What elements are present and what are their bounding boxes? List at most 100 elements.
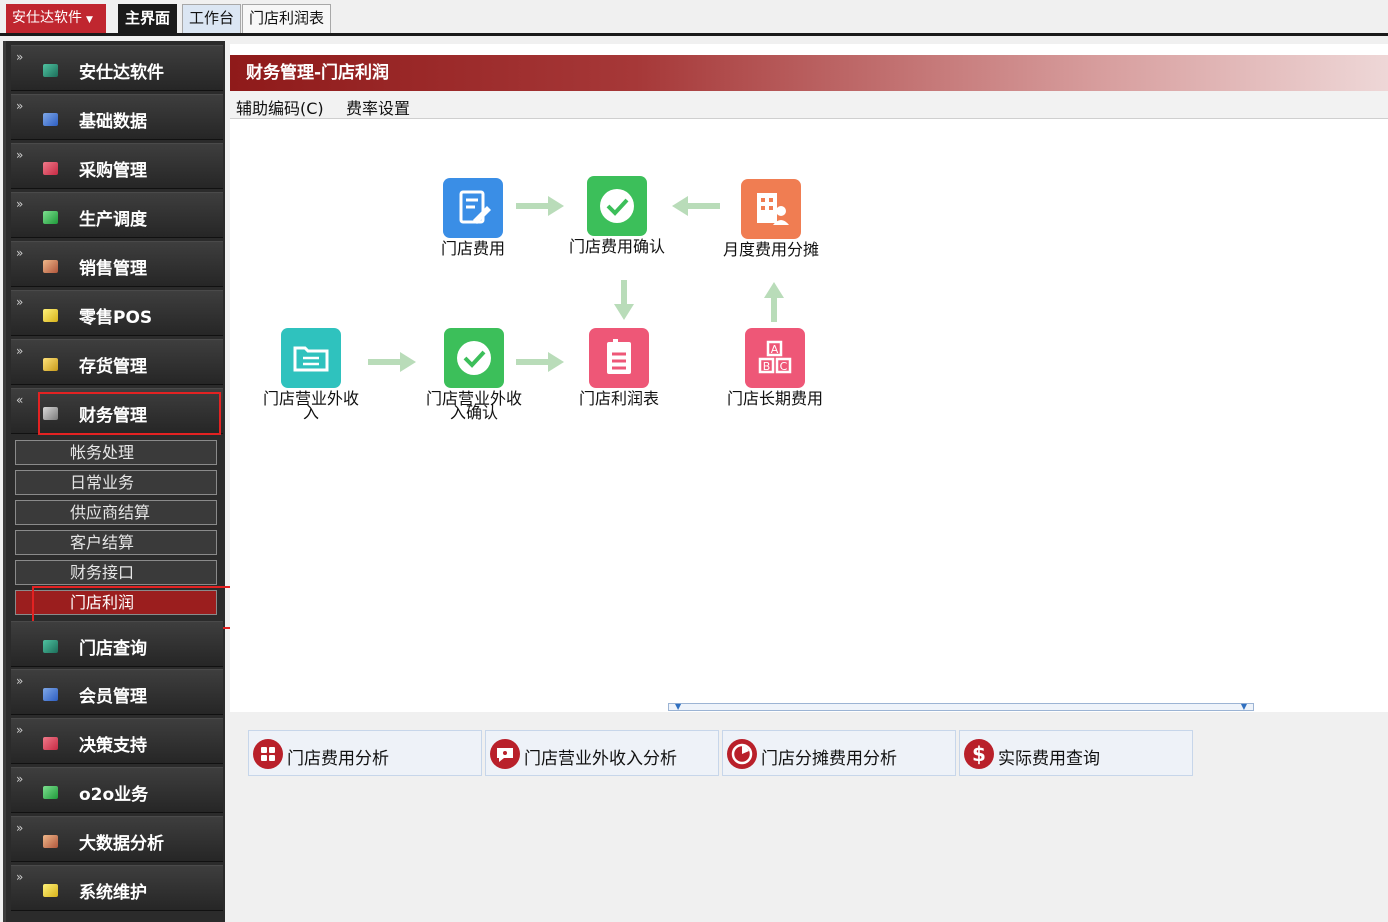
module-icon [43, 64, 58, 77]
arrow-right-icon [516, 352, 564, 372]
node-store-expense-confirm[interactable]: 门店费用确认 [562, 176, 672, 256]
chevron-down-icon: ▼ [86, 15, 93, 25]
node-label: 月度费用分摊 [722, 240, 819, 259]
sidebar-module-pos[interactable]: » 零售POS [11, 290, 223, 336]
double-chevron-right-icon: » [16, 246, 24, 260]
sidebar-module-bigdata[interactable]: » 大数据分析 [11, 816, 223, 862]
double-chevron-right-icon: » [16, 344, 24, 358]
quick-button-label: 门店费用分析 [287, 749, 389, 769]
module-icon [43, 113, 58, 126]
arrow-right-icon [368, 352, 416, 372]
sidebar-module-label: 采购管理 [79, 161, 147, 181]
sidebar-module-decision[interactable]: » 决策支持 [11, 718, 223, 764]
arrow-left-icon [672, 196, 720, 216]
quick-actual-expense-query[interactable]: $ 实际费用查询 [959, 730, 1193, 776]
highlight-box-finance [38, 392, 221, 435]
quick-access-bar: 门店费用分析 门店营业外收入分析 门店分摊费用分析 $ 实际费用查询 [230, 712, 1388, 922]
sidebar-module-base-data[interactable]: » 基础数据 [11, 94, 223, 140]
rate-settings-menu[interactable]: 费率设置 [346, 95, 410, 119]
module-icon [43, 309, 58, 322]
double-chevron-right-icon: » [16, 197, 24, 211]
sidebar-module-system[interactable]: » 系统维护 [11, 865, 223, 911]
quick-nonoperating-income-analysis[interactable]: 门店营业外收入分析 [485, 730, 719, 776]
quick-button-label: 实际费用查询 [998, 749, 1100, 769]
sidebar-module-store-query[interactable]: 门店查询 [11, 621, 223, 667]
finance-subitem-interface[interactable]: 财务接口 [15, 560, 217, 585]
node-label: 门店费用 [440, 239, 505, 258]
finance-subitem-supplier[interactable]: 供应商结算 [15, 500, 217, 525]
arrow-down-icon [614, 280, 634, 320]
module-icon [43, 260, 58, 273]
sidebar: » 安仕达软件 » 基础数据 » 采购管理 » 生产调度 » 销售管理 » 零售… [3, 41, 248, 922]
double-chevron-right-icon: » [16, 148, 24, 162]
sidebar-module-label: o2o业务 [79, 785, 149, 805]
node-label: 门店利润表 [578, 389, 659, 408]
sidebar-module-production[interactable]: » 生产调度 [11, 192, 223, 238]
node-label: 门店营业外收入 [262, 389, 359, 422]
sidebar-module-label: 会员管理 [79, 687, 147, 707]
check-circle-icon [444, 328, 504, 388]
arrow-right-icon [516, 196, 564, 216]
quick-store-expense-analysis[interactable]: 门店费用分析 [248, 730, 482, 776]
sidebar-module-members[interactable]: » 会员管理 [11, 669, 223, 715]
double-chevron-right-icon: » [16, 723, 24, 737]
page-title: 财务管理-门店利润 [230, 55, 1388, 91]
sidebar-module-label: 销售管理 [79, 259, 147, 279]
toolbar: 辅助编码(C) 费率设置 [230, 91, 1388, 119]
dollar-icon: $ [964, 739, 994, 769]
tab-workbench[interactable]: 工作台 [182, 4, 242, 33]
module-icon [43, 640, 58, 653]
svg-text:$: $ [972, 742, 986, 766]
node-label: 门店费用确认 [568, 237, 665, 256]
svg-text:C: C [780, 360, 788, 373]
node-store-profit-report[interactable]: 门店利润表 [564, 328, 674, 408]
clipboard-list-icon [589, 328, 649, 388]
grid-icon [253, 739, 283, 769]
sidebar-module-o2o[interactable]: » o2o业务 [11, 767, 223, 813]
panel-splitter[interactable]: ▼ ▼ [668, 702, 1254, 711]
module-icon [43, 737, 58, 750]
node-store-nonoperating-income[interactable]: 门店营业外收入 [256, 328, 366, 422]
sidebar-module-label: 系统维护 [79, 883, 147, 903]
double-chevron-right-icon: » [16, 674, 24, 688]
double-chevron-right-icon: » [16, 821, 24, 835]
finance-subitem-bookkeeping[interactable]: 帐务处理 [15, 440, 217, 465]
sidebar-module-purchase[interactable]: » 采购管理 [11, 143, 223, 189]
sidebar-module-label: 决策支持 [79, 736, 147, 756]
triangle-down-icon: ▼ [1240, 702, 1247, 711]
main-panel: 财务管理-门店利润 辅助编码(C) 费率设置 门店费用 门店费用确认 月度费用分… [230, 44, 1388, 922]
node-store-expense[interactable]: 门店费用 [418, 178, 528, 258]
document-edit-icon [443, 178, 503, 238]
module-icon [43, 835, 58, 848]
finance-subitem-customer[interactable]: 客户结算 [15, 530, 217, 555]
sidebar-module-anshida[interactable]: » 安仕达软件 [11, 45, 223, 91]
svg-text:A: A [771, 343, 779, 356]
module-icon [43, 688, 58, 701]
chat-bubble-icon [490, 739, 520, 769]
double-chevron-right-icon: » [16, 50, 24, 64]
tab-main[interactable]: 主界面 [118, 4, 178, 33]
tab-store-profit-report[interactable]: 门店利润表 [242, 4, 332, 33]
node-label: 门店营业外收入确认 [425, 389, 522, 422]
sidebar-module-inventory[interactable]: » 存货管理 [11, 339, 223, 385]
double-chevron-right-icon: » [16, 99, 24, 113]
flow-diagram: 门店费用 门店费用确认 月度费用分摊 门店营业外收入 门店营业外收入确认 门店利… [230, 120, 1388, 712]
top-bar: 安仕达软件 ▼ 主界面 工作台 门店利润表 [0, 0, 1388, 36]
finance-subitem-daily[interactable]: 日常业务 [15, 470, 217, 495]
node-store-longterm-expense[interactable]: ABC 门店长期费用 [720, 328, 830, 407]
quick-allocated-expense-analysis[interactable]: 门店分摊费用分析 [722, 730, 956, 776]
sidebar-module-label: 存货管理 [79, 357, 147, 377]
brand-menu[interactable]: 安仕达软件 ▼ [6, 4, 106, 33]
module-icon [43, 211, 58, 224]
quick-button-label: 门店分摊费用分析 [761, 749, 897, 769]
node-monthly-expense-allocation[interactable]: 月度费用分摊 [716, 179, 826, 259]
sidebar-module-label: 大数据分析 [79, 834, 164, 854]
check-circle-icon [587, 176, 647, 236]
aux-code-menu[interactable]: 辅助编码(C) [236, 95, 324, 119]
folder-list-icon [281, 328, 341, 388]
sidebar-module-sales[interactable]: » 销售管理 [11, 241, 223, 287]
module-icon [43, 884, 58, 897]
double-chevron-right-icon: » [16, 870, 24, 884]
node-store-nonoperating-income-confirm[interactable]: 门店营业外收入确认 [419, 328, 529, 422]
sidebar-module-label: 门店查询 [79, 639, 147, 659]
